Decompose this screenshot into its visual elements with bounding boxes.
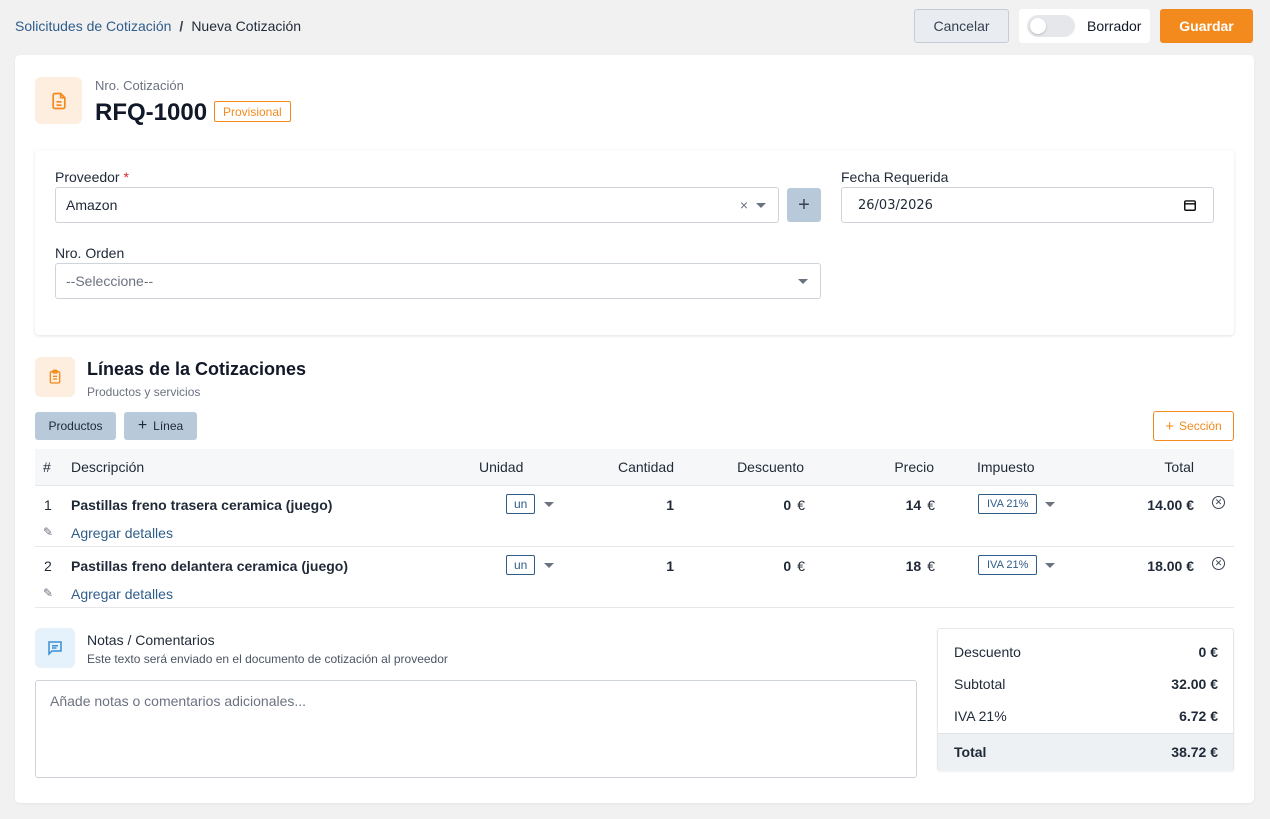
col-unit: Unidad: [479, 459, 524, 475]
chevron-down-icon: [756, 203, 766, 208]
lines-subtitle: Productos y servicios: [87, 385, 201, 399]
chevron-down-icon: [798, 279, 808, 284]
col-price: Precio: [894, 459, 934, 475]
save-button[interactable]: Guardar: [1160, 9, 1253, 43]
row-discount[interactable]: 0 €: [783, 558, 805, 574]
unit-tag[interactable]: un: [506, 555, 536, 575]
plus-icon: +: [137, 417, 148, 434]
row-price[interactable]: 18 €: [906, 558, 935, 574]
row-quantity[interactable]: 1: [666, 497, 674, 513]
notes-title: Notas / Comentarios: [87, 632, 215, 648]
required-mark: *: [123, 169, 129, 185]
breadcrumb: Solicitudes de Cotización / Nueva Cotiza…: [15, 18, 301, 34]
total-label: Total: [954, 744, 987, 760]
tax-tag[interactable]: IVA 21%: [978, 555, 1038, 575]
chevron-down-icon[interactable]: [544, 502, 554, 507]
discount-value: 0 €: [1198, 644, 1218, 660]
clear-icon[interactable]: ×: [740, 197, 748, 213]
plus-icon: +: [1165, 417, 1175, 435]
quote-card: Nro. Cotización RFQ-1000 Provisional Pro…: [15, 55, 1254, 803]
add-details-link[interactable]: Agregar detalles: [71, 525, 173, 541]
add-details-link[interactable]: Agregar detalles: [71, 586, 173, 602]
top-bar: Solicitudes de Cotización / Nueva Cotiza…: [0, 0, 1270, 54]
tax-tag[interactable]: IVA 21%: [978, 494, 1038, 514]
col-description: Descripción: [71, 459, 145, 475]
comment-icon: [35, 628, 75, 668]
draft-label: Borrador: [1087, 18, 1142, 34]
totals-panel: Descuento 0 € Subtotal 32.00 € IVA 21% 6…: [937, 628, 1234, 771]
order-placeholder: --Seleccione--: [66, 273, 154, 289]
status-badge: Provisional: [214, 101, 291, 122]
totals-discount-row: Descuento 0 €: [954, 644, 1218, 660]
lines-title: Líneas de la Cotizaciones: [87, 359, 307, 379]
notes-placeholder: Añade notas o comentarios adicionales...: [50, 693, 307, 709]
cancel-button[interactable]: Cancelar: [914, 9, 1009, 43]
order-label: Nro. Orden: [55, 245, 125, 261]
row-quantity[interactable]: 1: [666, 558, 674, 574]
notes-textarea[interactable]: Añade notas o comentarios adicionales...: [35, 680, 917, 778]
tax-label: IVA 21%: [954, 708, 1007, 724]
date-label: Fecha Requerida: [841, 169, 949, 185]
supplier-select[interactable]: Amazon ×: [55, 187, 779, 223]
notes-subtitle: Este texto será enviado en el documento …: [87, 652, 448, 666]
row-description[interactable]: Pastillas freno delantera ceramica (jueg…: [71, 558, 348, 574]
totals-total-row: Total 38.72 €: [954, 744, 1218, 760]
col-num: #: [43, 459, 51, 475]
total-value: 38.72 €: [1171, 744, 1218, 760]
breadcrumb-current: Nueva Cotización: [191, 18, 302, 34]
row-total: 14.00 €: [1147, 497, 1194, 513]
subtotal-label: Subtotal: [954, 676, 1006, 692]
add-supplier-button[interactable]: +: [787, 188, 821, 222]
table-row: 1 Pastillas freno trasera ceramica (jueg…: [35, 486, 1234, 547]
unit-tag[interactable]: un: [506, 494, 536, 514]
col-quantity: Cantidad: [617, 459, 674, 475]
subtotal-value: 32.00 €: [1171, 676, 1218, 692]
col-discount: Descuento: [737, 459, 804, 475]
date-input[interactable]: 26/03/2026: [841, 187, 1214, 223]
row-discount[interactable]: 0 €: [783, 497, 805, 513]
row-price[interactable]: 14 €: [906, 497, 935, 513]
add-line-button[interactable]: + Línea: [124, 412, 197, 440]
pencil-icon: ✎: [43, 525, 54, 539]
totals-subtotal-row: Subtotal 32.00 €: [954, 676, 1218, 692]
totals-footer: Total 38.72 €: [938, 733, 1233, 771]
quote-number-label: Nro. Cotización: [95, 78, 184, 93]
chevron-down-icon[interactable]: [1045, 502, 1055, 507]
pencil-icon: ✎: [43, 586, 54, 600]
draft-toggle[interactable]: [1027, 15, 1075, 37]
lines-table-header: # Descripción Unidad Cantidad Descuento …: [35, 449, 1234, 486]
date-value: 26/03/2026: [858, 197, 933, 213]
chevron-down-icon[interactable]: [544, 563, 554, 568]
col-tax: Impuesto: [977, 459, 1035, 475]
document-icon: [35, 77, 82, 124]
quote-number: RFQ-1000: [95, 99, 208, 126]
products-button[interactable]: Productos: [35, 412, 116, 440]
row-num: 1: [44, 497, 52, 513]
breadcrumb-separator: /: [179, 18, 184, 34]
totals-tax-row: IVA 21% 6.72 €: [954, 708, 1218, 724]
row-description[interactable]: Pastillas freno trasera ceramica (juego): [71, 497, 332, 513]
supplier-label: Proveedor *: [55, 169, 129, 185]
draft-toggle-group: Borrador: [1019, 9, 1150, 43]
supplier-value: Amazon: [66, 197, 118, 213]
col-total: Total: [1164, 459, 1194, 475]
order-select[interactable]: --Seleccione--: [55, 263, 821, 299]
remove-line-icon[interactable]: ✕: [1212, 557, 1225, 570]
clipboard-icon: [35, 357, 75, 397]
calendar-icon[interactable]: [1183, 198, 1197, 216]
row-total: 18.00 €: [1147, 558, 1194, 574]
tax-value: 6.72 €: [1179, 708, 1218, 724]
add-section-button[interactable]: + Sección: [1153, 411, 1234, 441]
table-row: 2 Pastillas freno delantera ceramica (ju…: [35, 547, 1234, 608]
quote-form: Proveedor * Amazon × + Fecha Requerida 2…: [35, 150, 1234, 335]
row-num: 2: [44, 558, 52, 574]
remove-line-icon[interactable]: ✕: [1212, 496, 1225, 509]
discount-label: Descuento: [954, 644, 1021, 660]
breadcrumb-link-quotes[interactable]: Solicitudes de Cotización: [15, 18, 171, 34]
chevron-down-icon[interactable]: [1045, 563, 1055, 568]
